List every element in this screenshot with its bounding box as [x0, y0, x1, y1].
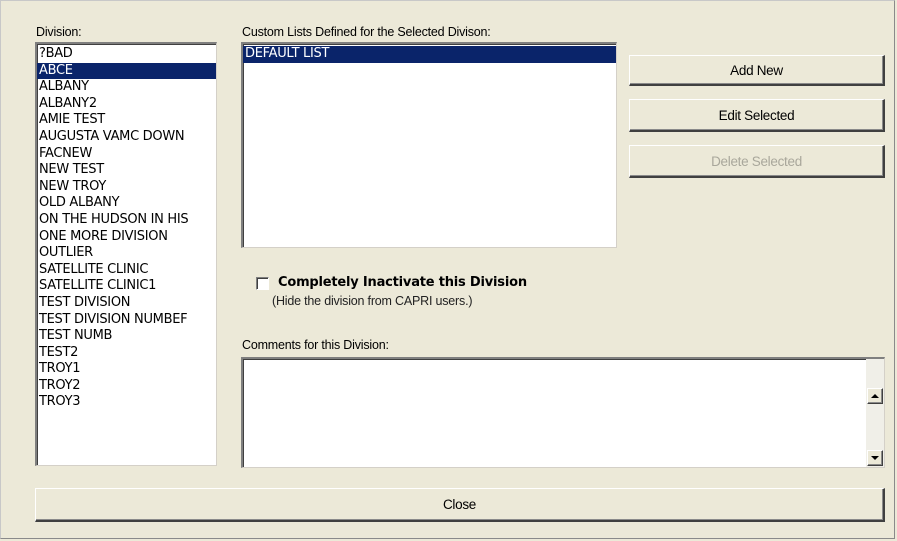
list-item[interactable]: ON THE HUDSON IN HIS	[37, 212, 216, 229]
list-item[interactable]: DEFAULT LIST	[243, 46, 616, 63]
list-item[interactable]: ABCE	[37, 62, 216, 80]
inactivate-label[interactable]: Completely Inactivate this Division	[278, 275, 527, 290]
close-button[interactable]: Close	[35, 488, 885, 522]
division-listbox[interactable]: ?BAD ABCE ALBANY ALBANY2 AMIE TEST AUGUSTA VA…	[35, 42, 217, 466]
list-item[interactable]: TROY3	[37, 394, 216, 411]
list-item[interactable]: TEST DIVISION	[37, 295, 216, 312]
list-item[interactable]: SATELLITE CLINIC	[37, 262, 216, 279]
arrow-down-icon	[871, 456, 879, 460]
comments-scrollbar[interactable]	[866, 359, 884, 467]
list-item[interactable]: TROY1	[37, 361, 216, 378]
list-item[interactable]: NEW TEST	[37, 162, 216, 179]
list-item[interactable]: FACNEW	[37, 146, 216, 163]
delete-selected-button[interactable]: Delete Selected	[629, 145, 885, 178]
edit-selected-button[interactable]: Edit Selected	[629, 99, 885, 132]
add-new-button[interactable]: Add New	[629, 55, 885, 86]
inactivate-hint: (Hide the division from CAPRI users.)	[272, 294, 473, 308]
list-item[interactable]: OLD ALBANY	[37, 195, 216, 212]
comments-memo[interactable]	[241, 357, 885, 468]
arrow-up-icon	[871, 394, 879, 398]
list-item[interactable]: NEW TROY	[37, 179, 216, 196]
list-item[interactable]: TROY2	[37, 378, 216, 395]
division-label: Division:	[36, 25, 82, 39]
list-item[interactable]: TEST NUMB	[37, 328, 216, 345]
inactivate-checkbox[interactable]	[256, 277, 269, 290]
scroll-down-button[interactable]	[867, 450, 883, 466]
scroll-up-button[interactable]	[867, 388, 883, 404]
list-item[interactable]: TEST2	[37, 345, 216, 362]
custom-lists-label: Custom Lists Defined for the Selected Di…	[242, 25, 491, 39]
list-item[interactable]: ONE MORE DIVISION	[37, 229, 216, 246]
custom-lists-listbox[interactable]: DEFAULT LIST	[241, 42, 617, 248]
list-item[interactable]: OUTLIER	[37, 245, 216, 262]
list-item[interactable]: ALBANY	[37, 79, 216, 96]
comments-label: Comments for this Division:	[242, 338, 389, 352]
list-item[interactable]: ?BAD	[37, 46, 216, 63]
list-item[interactable]: AMIE TEST	[37, 112, 216, 129]
list-item[interactable]: TEST DIVISION NUMBEF	[37, 312, 216, 329]
list-item[interactable]: AUGUSTA VAMC DOWN	[37, 129, 216, 146]
list-item[interactable]: ALBANY2	[37, 96, 216, 113]
list-item[interactable]: SATELLITE CLINIC1	[37, 278, 216, 295]
